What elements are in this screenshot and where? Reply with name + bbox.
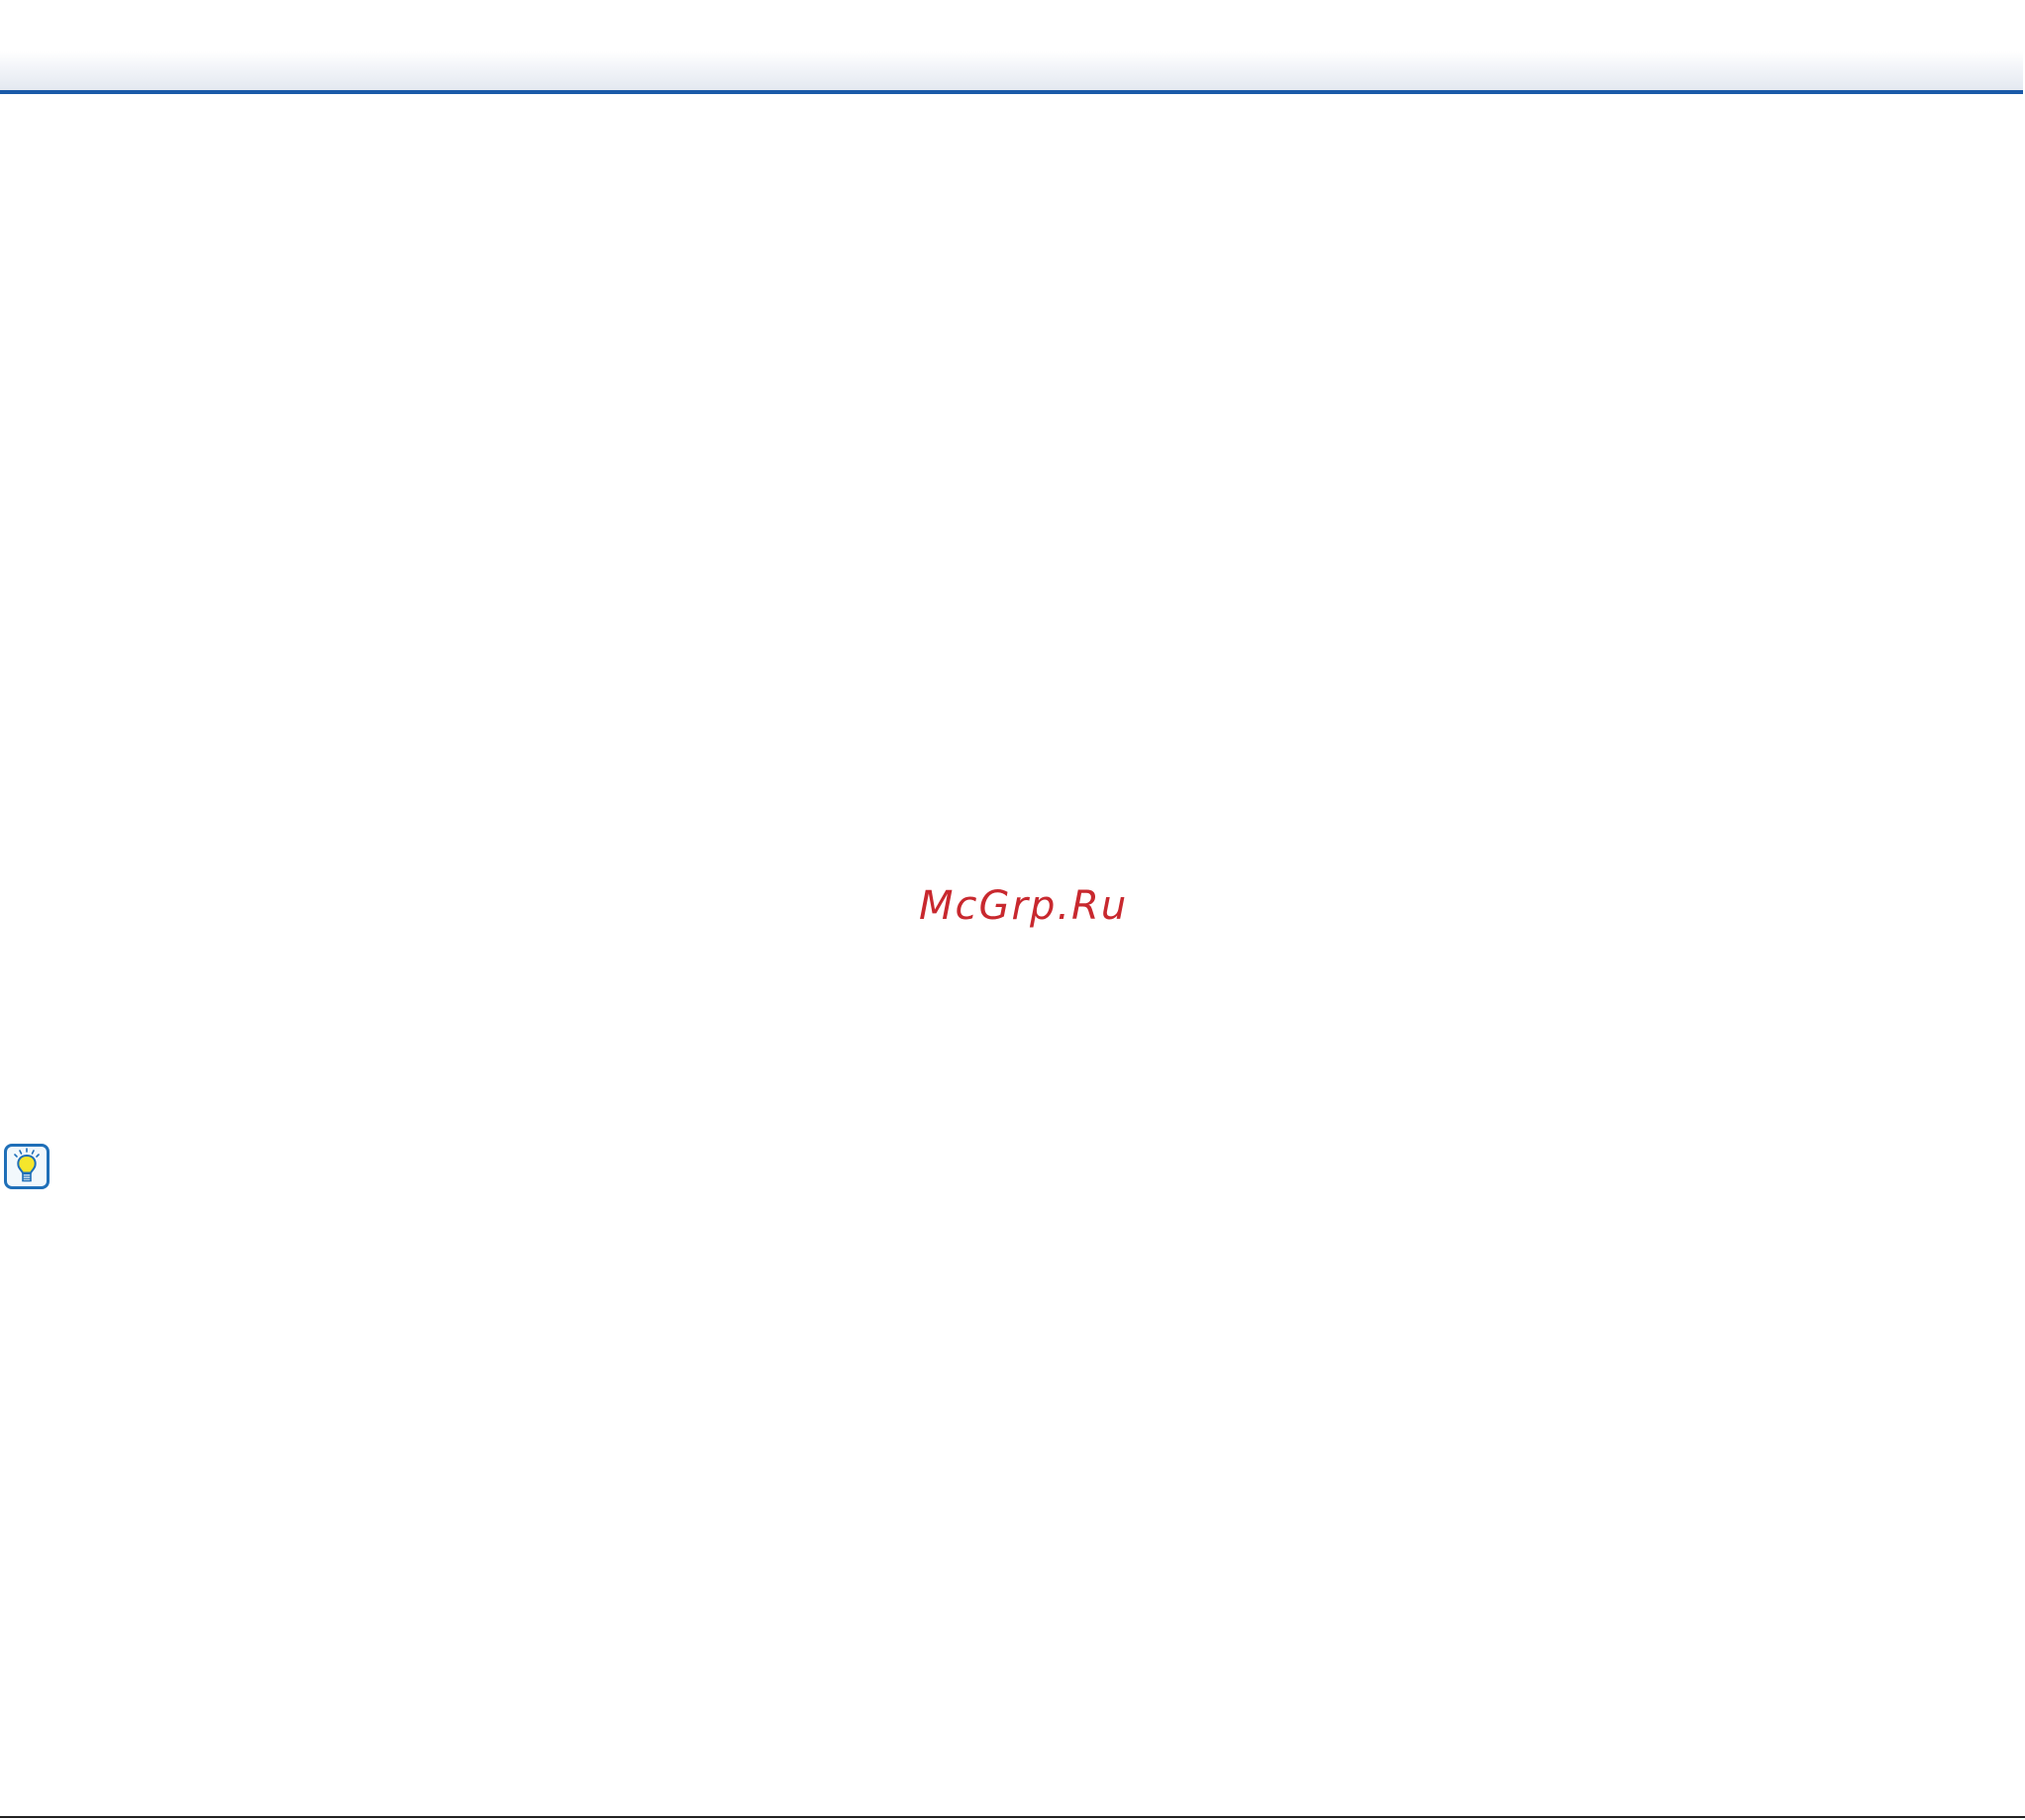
watermark-text: McGrp.Ru [919,883,1129,929]
header-band [0,51,2023,91]
lightbulb-icon [4,1144,50,1189]
document-page: McGrp.Ru [0,0,2025,1820]
footer-rule [0,1816,2025,1818]
header-rule [0,90,2023,94]
